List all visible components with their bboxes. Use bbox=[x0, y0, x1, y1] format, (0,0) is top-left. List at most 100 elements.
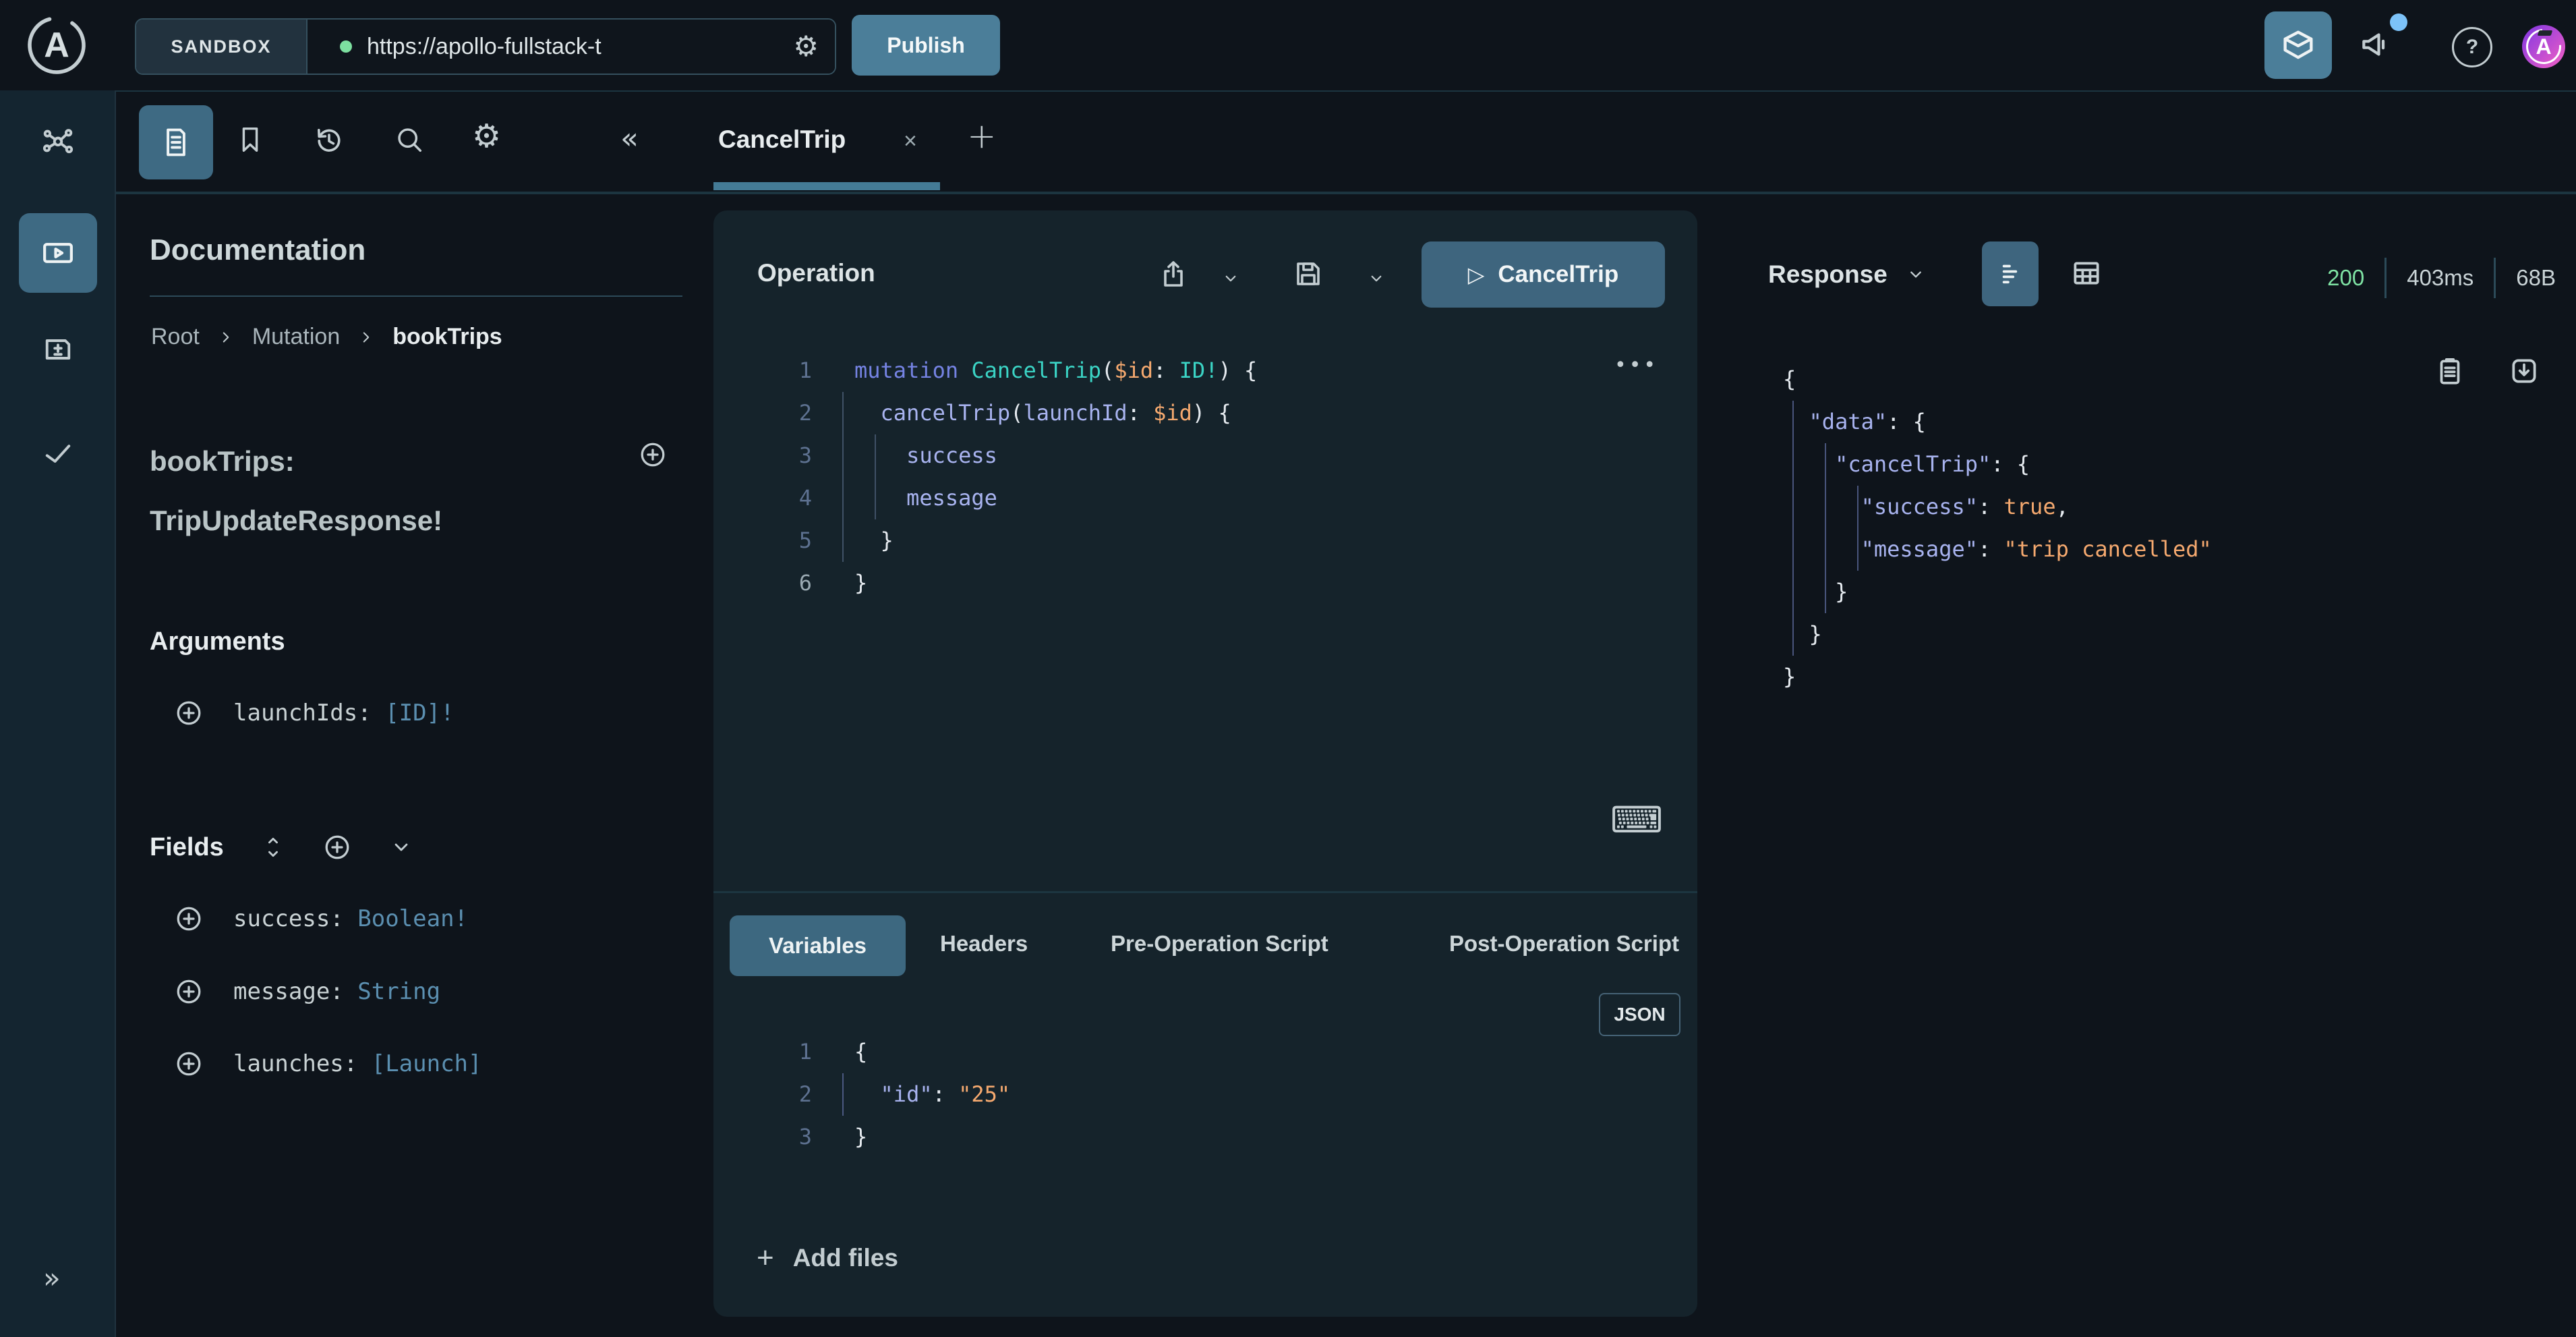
apollo-logo[interactable]: A bbox=[24, 13, 89, 78]
line-number: 1 bbox=[713, 1031, 812, 1073]
response-size: 68B bbox=[2516, 265, 2556, 291]
chevron-down-icon[interactable] bbox=[1905, 264, 1927, 285]
operation-card: Operation ▷ CancelTrip ••• 1mutation Can… bbox=[713, 210, 1697, 1317]
user-avatar[interactable]: A bbox=[2522, 25, 2565, 68]
field-type[interactable]: Boolean! bbox=[357, 905, 468, 932]
tab-post-operation-script[interactable]: Post-Operation Script bbox=[1449, 931, 1679, 957]
indent-guide bbox=[1792, 401, 1794, 656]
tab-headers[interactable]: Headers bbox=[940, 931, 1028, 957]
line-number: 3 bbox=[713, 434, 812, 477]
megaphone-icon bbox=[2358, 26, 2395, 63]
code-line: "data": { bbox=[1783, 401, 2212, 443]
documentation-title: Documentation bbox=[150, 233, 365, 267]
field-name: launches: bbox=[233, 1050, 357, 1077]
json-mode-badge[interactable]: JSON bbox=[1599, 993, 1680, 1036]
copy-response-button[interactable] bbox=[2433, 354, 2467, 391]
nav-checks-item[interactable] bbox=[40, 436, 76, 471]
response-header: Response bbox=[1768, 260, 1927, 289]
field-name: message: bbox=[233, 978, 344, 1005]
tab-pre-operation-script[interactable]: Pre-Operation Script bbox=[1111, 931, 1328, 957]
run-label: CancelTrip bbox=[1498, 261, 1618, 288]
response-json: { "data": { "cancelTrip": { "success": t… bbox=[1783, 358, 2212, 698]
indent-guide bbox=[1857, 486, 1858, 571]
status-code: 200 bbox=[2327, 265, 2364, 291]
run-operation-button[interactable]: ▷ CancelTrip bbox=[1422, 241, 1665, 308]
operation-editor[interactable]: 1mutation CancelTrip($id: ID!) {2 cancel… bbox=[713, 349, 1671, 604]
breadcrumb-root[interactable]: Root bbox=[151, 324, 200, 350]
plus-circle-icon[interactable] bbox=[174, 904, 204, 934]
nav-changelog-item[interactable] bbox=[40, 332, 76, 367]
response-status: 200 403ms 68B bbox=[2327, 259, 2556, 297]
endpoint-url-input[interactable]: https://apollo-fullstack-t bbox=[367, 34, 786, 60]
announcements-button[interactable] bbox=[2358, 26, 2395, 67]
line-number: 3 bbox=[713, 1116, 812, 1158]
line-number: 6 bbox=[713, 562, 812, 604]
saved-operations-button[interactable] bbox=[235, 124, 266, 159]
expand-rail-button[interactable]: » bbox=[43, 1261, 61, 1295]
search-button[interactable] bbox=[394, 124, 425, 159]
plus-circle-icon bbox=[638, 440, 668, 470]
code-line: 3 success bbox=[713, 434, 1671, 477]
code-line: 2 cancelTrip(launchId: $id) { bbox=[713, 392, 1671, 434]
operation-title: Operation bbox=[757, 259, 875, 287]
card-divider bbox=[713, 891, 1697, 893]
sandbox-mode-button[interactable] bbox=[2264, 11, 2332, 79]
avatar-ring bbox=[2519, 22, 2568, 71]
code-line: 2 "id": "25" bbox=[713, 1073, 1671, 1116]
save-operation-button[interactable] bbox=[1292, 258, 1324, 293]
plus-circle-icon[interactable] bbox=[174, 698, 204, 728]
explorer-toolbar: ⚙ « CancelTrip × + bbox=[116, 90, 2576, 194]
save-menu-caret[interactable] bbox=[1366, 268, 1386, 292]
indent-guide bbox=[1825, 443, 1826, 613]
nav-explorer-item[interactable] bbox=[19, 213, 97, 293]
plus-circle-icon[interactable] bbox=[174, 1049, 204, 1079]
nav-graph-item[interactable] bbox=[40, 125, 76, 161]
apollo-sandbox-app: { "topbar": { "sandbox_label": "SANDBOX"… bbox=[0, 0, 2576, 1337]
add-field-button[interactable] bbox=[638, 440, 668, 473]
add-files-button[interactable]: + Add files bbox=[757, 1241, 898, 1275]
history-button[interactable] bbox=[313, 124, 345, 160]
response-time: 403ms bbox=[2407, 265, 2473, 291]
settings-gear-icon[interactable]: ⚙ bbox=[472, 120, 501, 152]
share-menu-caret[interactable] bbox=[1221, 268, 1241, 292]
plus-circle-icon[interactable] bbox=[174, 977, 204, 1006]
keyboard-shortcuts-icon[interactable]: ⌨ bbox=[1610, 799, 1663, 841]
table-icon bbox=[2070, 256, 2103, 290]
documentation-tool-button[interactable] bbox=[139, 105, 213, 179]
argument-type[interactable]: [ID]! bbox=[385, 700, 454, 727]
chevron-right-icon bbox=[357, 329, 375, 346]
field-signature-name: bookTrips: bbox=[150, 432, 442, 491]
breadcrumb: Root Mutation bookTrips bbox=[151, 324, 502, 350]
document-icon bbox=[158, 125, 194, 160]
connection-settings-gear-icon[interactable]: ⚙ bbox=[793, 32, 819, 61]
line-number: 1 bbox=[713, 349, 812, 392]
help-button[interactable]: ? bbox=[2452, 27, 2492, 67]
status-separator bbox=[2384, 258, 2387, 298]
share-operation-button[interactable] bbox=[1157, 258, 1190, 293]
tab-variables[interactable]: Variables bbox=[730, 915, 906, 976]
new-tab-button[interactable]: + bbox=[967, 116, 997, 157]
table-view-button[interactable] bbox=[2070, 256, 2103, 293]
chevron-down-icon[interactable] bbox=[388, 834, 414, 860]
tree-view-button[interactable] bbox=[1982, 241, 2039, 306]
variables-editor[interactable]: 1{2 "id": "25"3} bbox=[713, 1031, 1671, 1158]
question-mark-icon: ? bbox=[2466, 36, 2478, 59]
field-row-launches: launches: [Launch] bbox=[174, 1049, 481, 1079]
collapse-panel-button[interactable]: « bbox=[620, 121, 639, 156]
field-type[interactable]: String bbox=[357, 978, 440, 1005]
field-type[interactable]: [Launch] bbox=[372, 1050, 482, 1077]
code-line: 5 } bbox=[713, 519, 1671, 562]
breadcrumb-mutation[interactable]: Mutation bbox=[252, 324, 340, 350]
publish-button[interactable]: Publish bbox=[852, 15, 1000, 76]
sort-icon[interactable] bbox=[260, 834, 286, 860]
chevron-down-icon bbox=[1366, 268, 1386, 289]
tab-close-icon[interactable]: × bbox=[904, 128, 917, 154]
history-clock-icon bbox=[313, 124, 345, 157]
arguments-title: Arguments bbox=[150, 627, 285, 656]
tab-canceltrip[interactable]: CancelTrip bbox=[718, 125, 846, 154]
download-response-button[interactable] bbox=[2507, 354, 2541, 391]
sandbox-badge: SANDBOX bbox=[136, 20, 308, 74]
add-all-fields-icon[interactable] bbox=[322, 832, 352, 862]
field-row-message: message: String bbox=[174, 977, 440, 1006]
notification-dot bbox=[2390, 13, 2407, 31]
